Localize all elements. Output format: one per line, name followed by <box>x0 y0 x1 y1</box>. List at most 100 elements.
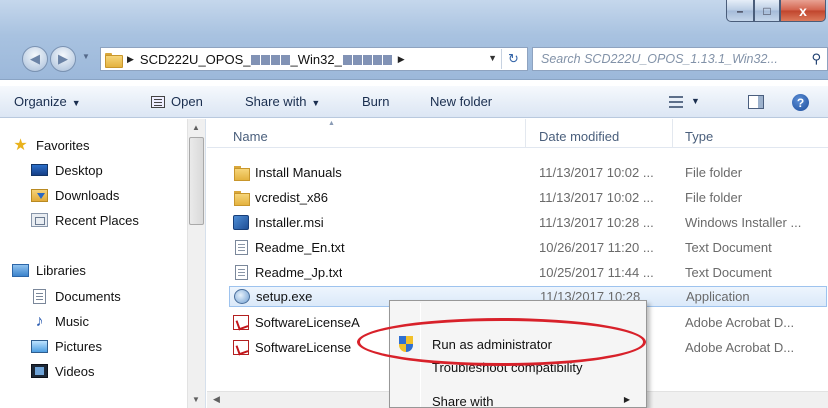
menu-item-label: Run as administrator <box>432 337 552 352</box>
file-date: 11/13/2017 10:28 ... <box>539 215 654 230</box>
menu-item-label: Share with <box>432 394 494 408</box>
file-name: vcredist_x86 <box>255 190 328 205</box>
organize-label: Organize <box>14 94 67 109</box>
breadcrumb-current-folder[interactable]: SCD222U_OPOS_ _Win32_ <box>140 52 392 67</box>
breadcrumb-separator-icon: ▶ <box>397 53 405 64</box>
redacted-block <box>261 54 271 65</box>
nav-label: Libraries <box>36 262 86 278</box>
libraries-icon <box>12 263 29 277</box>
column-divider[interactable] <box>672 119 673 148</box>
file-type: Text Document <box>685 265 772 280</box>
menu-item-label: Troubleshoot compatibility <box>432 360 583 375</box>
file-row[interactable]: vcredist_x86 11/13/2017 10:02 ... File f… <box>207 187 828 208</box>
file-row[interactable]: Installer.msi 11/13/2017 10:28 ... Windo… <box>207 212 828 233</box>
folder-icon <box>233 165 250 181</box>
file-date: 11/13/2017 10:02 ... <box>539 165 654 180</box>
redacted-block <box>271 54 281 65</box>
documents-icon <box>33 288 46 304</box>
file-name: Readme_Jp.txt <box>255 265 343 280</box>
column-header-name[interactable]: Name <box>233 129 268 144</box>
nav-label: Downloads <box>55 187 120 203</box>
search-icon[interactable]: ⚲ <box>811 51 821 67</box>
open-label: Open <box>171 94 203 109</box>
pdf-icon <box>233 315 249 330</box>
nav-label: Favorites <box>36 137 90 153</box>
nav-item-pictures[interactable]: Pictures <box>31 336 102 356</box>
new-folder-button[interactable]: New folder <box>430 94 492 109</box>
menu-item-share-with[interactable]: Share with ▶ <box>390 389 646 408</box>
file-row[interactable]: Install Manuals 11/13/2017 10:02 ... Fil… <box>207 162 828 183</box>
close-button[interactable]: x <box>780 0 826 22</box>
redacted-block <box>352 54 362 65</box>
text-file-icon <box>235 240 248 255</box>
breadcrumb-text-middle: _Win32_ <box>290 51 342 67</box>
pdf-icon <box>233 340 249 355</box>
open-button[interactable]: Open <box>151 94 203 109</box>
refresh-button[interactable]: ↻ <box>501 49 525 69</box>
videos-icon <box>31 364 48 378</box>
nav-item-downloads[interactable]: Downloads <box>31 185 119 205</box>
help-icon[interactable]: ? <box>792 94 809 111</box>
share-with-button[interactable]: Share with ▼ <box>245 94 320 109</box>
sort-ascending-icon: ▲ <box>328 120 335 127</box>
navigation-row: ◀ ▶ ▼ ▶ SCD222U_OPOS_ _Win32_ ▶ ▼ ↻ Searc… <box>0 44 828 74</box>
back-button[interactable]: ◀ <box>22 46 48 72</box>
change-view-icon[interactable] <box>669 96 683 108</box>
star-icon: ★ <box>13 136 28 154</box>
scrollbar-thumb[interactable] <box>189 137 204 225</box>
view-line <box>669 96 683 98</box>
nav-label: Pictures <box>55 338 102 354</box>
menu-item-troubleshoot-compatibility[interactable]: Troubleshoot compatibility <box>390 359 646 383</box>
file-row[interactable]: Readme_Jp.txt 10/25/2017 11:44 ... Text … <box>207 262 828 283</box>
file-name: Installer.msi <box>255 215 324 230</box>
title-bar: – □ x ◀ ▶ ▼ ▶ SCD222U_OPOS_ _Win32_ ▶ ▼ ↻… <box>0 0 828 80</box>
column-header-date-modified[interactable]: Date modified <box>539 129 619 144</box>
window-controls: – □ x <box>726 0 826 24</box>
desktop-icon <box>31 164 48 176</box>
navpane-scrollbar[interactable]: ▲ ▼ <box>187 119 205 408</box>
address-dropdown-icon[interactable]: ▼ <box>488 53 497 63</box>
redacted-block <box>362 54 372 65</box>
nav-label: Music <box>55 313 89 329</box>
folder-icon <box>105 52 123 68</box>
file-date: 11/13/2017 10:02 ... <box>539 190 654 205</box>
view-options-dropdown[interactable]: ▼ <box>691 96 700 106</box>
file-row[interactable]: Readme_En.txt 10/26/2017 11:20 ... Text … <box>207 237 828 258</box>
exe-icon <box>234 289 250 304</box>
redacted-block <box>251 54 261 65</box>
breadcrumb-separator-icon: ▶ <box>127 53 134 64</box>
address-bar[interactable]: ▶ SCD222U_OPOS_ _Win32_ ▶ ▼ ↻ <box>100 47 528 71</box>
scroll-up-icon[interactable]: ▲ <box>192 123 200 132</box>
recent-places-icon <box>31 213 48 227</box>
view-line <box>669 106 683 108</box>
forward-button[interactable]: ▶ <box>50 46 76 72</box>
nav-item-libraries[interactable]: Libraries <box>12 260 86 280</box>
msi-icon <box>233 215 249 230</box>
chevron-down-icon: ▼ <box>311 98 321 108</box>
nav-item-videos[interactable]: Videos <box>31 361 95 381</box>
scroll-left-icon[interactable]: ◀ <box>213 394 220 405</box>
burn-button[interactable]: Burn <box>362 94 389 109</box>
search-box[interactable]: Search SCD222U_OPOS_1.13.1_Win32... ⚲ <box>532 47 828 71</box>
nav-item-recent-places[interactable]: Recent Places <box>31 210 139 230</box>
recent-pages-dropdown[interactable]: ▼ <box>82 52 90 61</box>
nav-item-favorites[interactable]: ★ Favorites <box>12 135 89 155</box>
column-header-type[interactable]: Type <box>685 129 713 144</box>
file-type: Windows Installer ... <box>685 215 802 230</box>
forward-arrow-icon: ▶ <box>58 51 68 66</box>
maximize-button[interactable]: □ <box>754 0 780 22</box>
menu-item-run-as-administrator[interactable]: Run as administrator <box>390 332 646 356</box>
column-divider[interactable] <box>525 119 526 148</box>
chevron-down-icon: ▼ <box>71 98 81 108</box>
file-type: Application <box>686 289 750 304</box>
organize-button[interactable]: Organize ▼ <box>14 94 81 109</box>
nav-item-desktop[interactable]: Desktop <box>31 160 103 180</box>
nav-item-documents[interactable]: Documents <box>31 286 121 306</box>
nav-item-music[interactable]: ♪ Music <box>31 311 89 331</box>
folder-icon <box>233 190 250 206</box>
preview-pane-icon[interactable] <box>748 95 764 109</box>
redacted-block <box>372 54 382 65</box>
scroll-down-icon[interactable]: ▼ <box>192 395 200 404</box>
file-name: setup.exe <box>256 289 313 304</box>
minimize-button[interactable]: – <box>726 0 754 22</box>
